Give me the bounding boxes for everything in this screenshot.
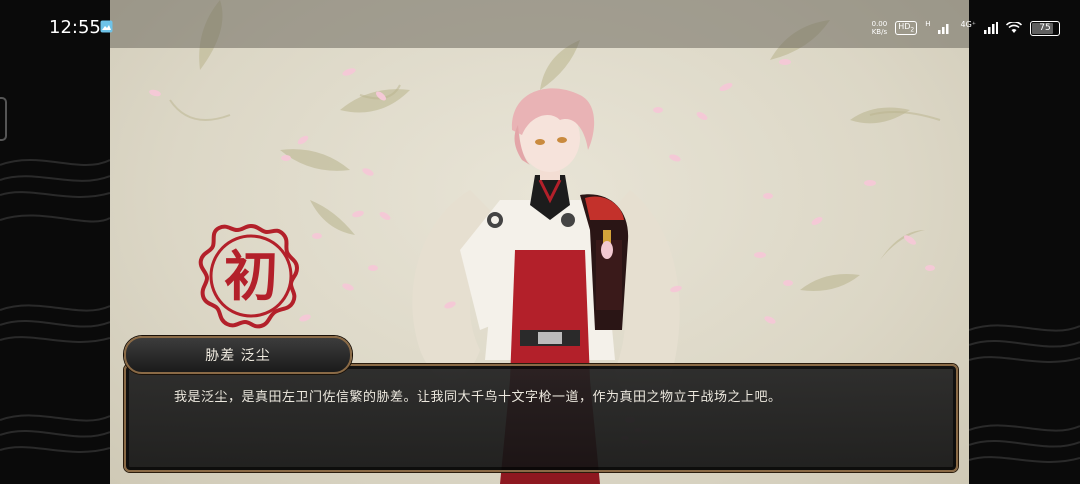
- emblem-character: 初: [224, 245, 278, 308]
- speaker-nameplate: 胁差 泛尘: [124, 336, 352, 374]
- wave-pattern-right: [969, 324, 1080, 463]
- right-side-panel: [969, 0, 1080, 484]
- net-speed-unit: KB/s: [871, 28, 888, 36]
- wave-pattern-left: [0, 97, 110, 453]
- status-bar: 12:55 0.00 KB/s HD2 H 4G⁺ 75: [0, 0, 1080, 50]
- h-label: H: [925, 20, 931, 28]
- hd-label: HD: [898, 22, 911, 32]
- hd-badge: HD2: [895, 21, 918, 35]
- network-label: 4G⁺: [960, 19, 976, 29]
- dialogue-box[interactable]: 我是泛尘，是真田左卫门佐信繁的胁差。让我同大千鸟十文字枪一道，作为真田之物立于战…: [124, 364, 958, 472]
- status-icons: 0.00 KB/s HD2 H 4G⁺ 75: [872, 18, 1060, 38]
- status-time: 12:55: [49, 17, 101, 38]
- network-speed: 0.00 KB/s: [872, 20, 888, 36]
- speaker-name: 胁差 泛尘: [205, 348, 271, 364]
- battery-level: 75: [1039, 22, 1051, 33]
- hd-sub: 2: [910, 26, 915, 34]
- dialogue-text: 我是泛尘，是真田左卫门佐信繁的胁差。让我同大千鸟十文字枪一道，作为真田之物立于战…: [174, 390, 782, 405]
- first-time-emblem: 初: [198, 223, 300, 329]
- net-speed-value: 0.00: [871, 20, 888, 28]
- gallery-icon: [100, 20, 113, 33]
- signal-icon: [938, 24, 949, 34]
- battery-icon: 75: [1030, 20, 1060, 36]
- wifi-icon: [1006, 22, 1022, 33]
- signal-icon: [984, 22, 998, 34]
- left-side-panel: [0, 0, 110, 484]
